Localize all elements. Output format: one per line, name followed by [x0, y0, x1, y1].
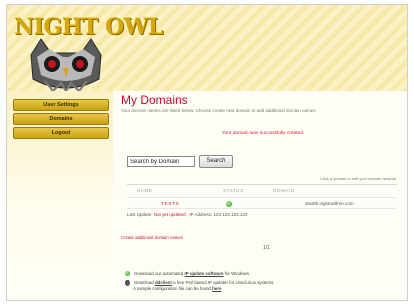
last-update-value: Not yet updated — [153, 212, 186, 217]
sample-config-suffix: . — [221, 286, 223, 291]
sample-config-text: A sample configuration file can be found — [133, 286, 211, 291]
table-row[interactable]: TESTS stealth.nightowlfree.com — [127, 197, 397, 209]
domain-table: NAME STATUS DOMAIN TESTS stealth.nightow… — [127, 184, 397, 217]
page-description: Your domain names are listed below. Choo… — [121, 108, 317, 113]
search-input[interactable] — [127, 156, 195, 167]
domain-cell[interactable]: stealth.nightowlfree.com — [305, 201, 354, 206]
ip-update-software-link[interactable]: IP update software — [185, 271, 224, 276]
column-header-domain: DOMAIN — [273, 188, 295, 193]
pager: 1/1 — [263, 245, 270, 251]
unix-icon — [125, 280, 130, 286]
sidebar-item-user-settings[interactable]: User Settings — [13, 99, 109, 111]
sidebar-item-domains[interactable]: Domains — [13, 113, 109, 125]
sidebar-item-logout[interactable]: Logout — [13, 127, 109, 139]
ip-address-label: IP Address: — [189, 212, 213, 217]
ip-address-value: 123.123.123.123 — [213, 212, 248, 217]
download-ddclient-suffix: a free Perl based IP updater for Unix/Li… — [173, 280, 275, 286]
download-windows-text: Download our automated — [134, 271, 184, 276]
column-header-name: NAME — [137, 188, 153, 193]
download-ddclient-text: Download — [134, 280, 154, 286]
click-hint: Click a domain to edit your domain recor… — [320, 176, 397, 181]
page-frame: NIGHT OWL User Settings Domains Logout M… — [6, 4, 408, 301]
page-title: My Domains — [121, 93, 188, 107]
sample-config-link[interactable]: here — [212, 286, 221, 291]
header: NIGHT OWL — [7, 5, 407, 91]
download-windows-line: Download our automated IP update softwar… — [125, 271, 251, 277]
column-header-status: STATUS — [223, 188, 244, 193]
flash-message: Your domain was successfully created. — [221, 131, 305, 136]
windows-updater-icon — [125, 271, 130, 277]
domain-name-cell[interactable]: TESTS — [161, 201, 180, 206]
ddclient-link[interactable]: ddclient — [155, 280, 172, 285]
sidebar: User Settings Domains Logout — [7, 91, 113, 300]
status-active-icon — [226, 201, 232, 207]
search-button[interactable]: Search — [199, 155, 233, 168]
owl-logo-icon — [30, 38, 102, 91]
domain-meta-row: Last Update: Not yet updated IP Address:… — [127, 212, 247, 217]
sample-config-line: A sample configuration file can be found… — [133, 286, 223, 291]
create-domain-link[interactable]: Create additional domain names — [121, 235, 183, 240]
last-update-label: Last Update: — [127, 212, 153, 217]
download-windows-suffix: for Windows. — [224, 271, 251, 276]
